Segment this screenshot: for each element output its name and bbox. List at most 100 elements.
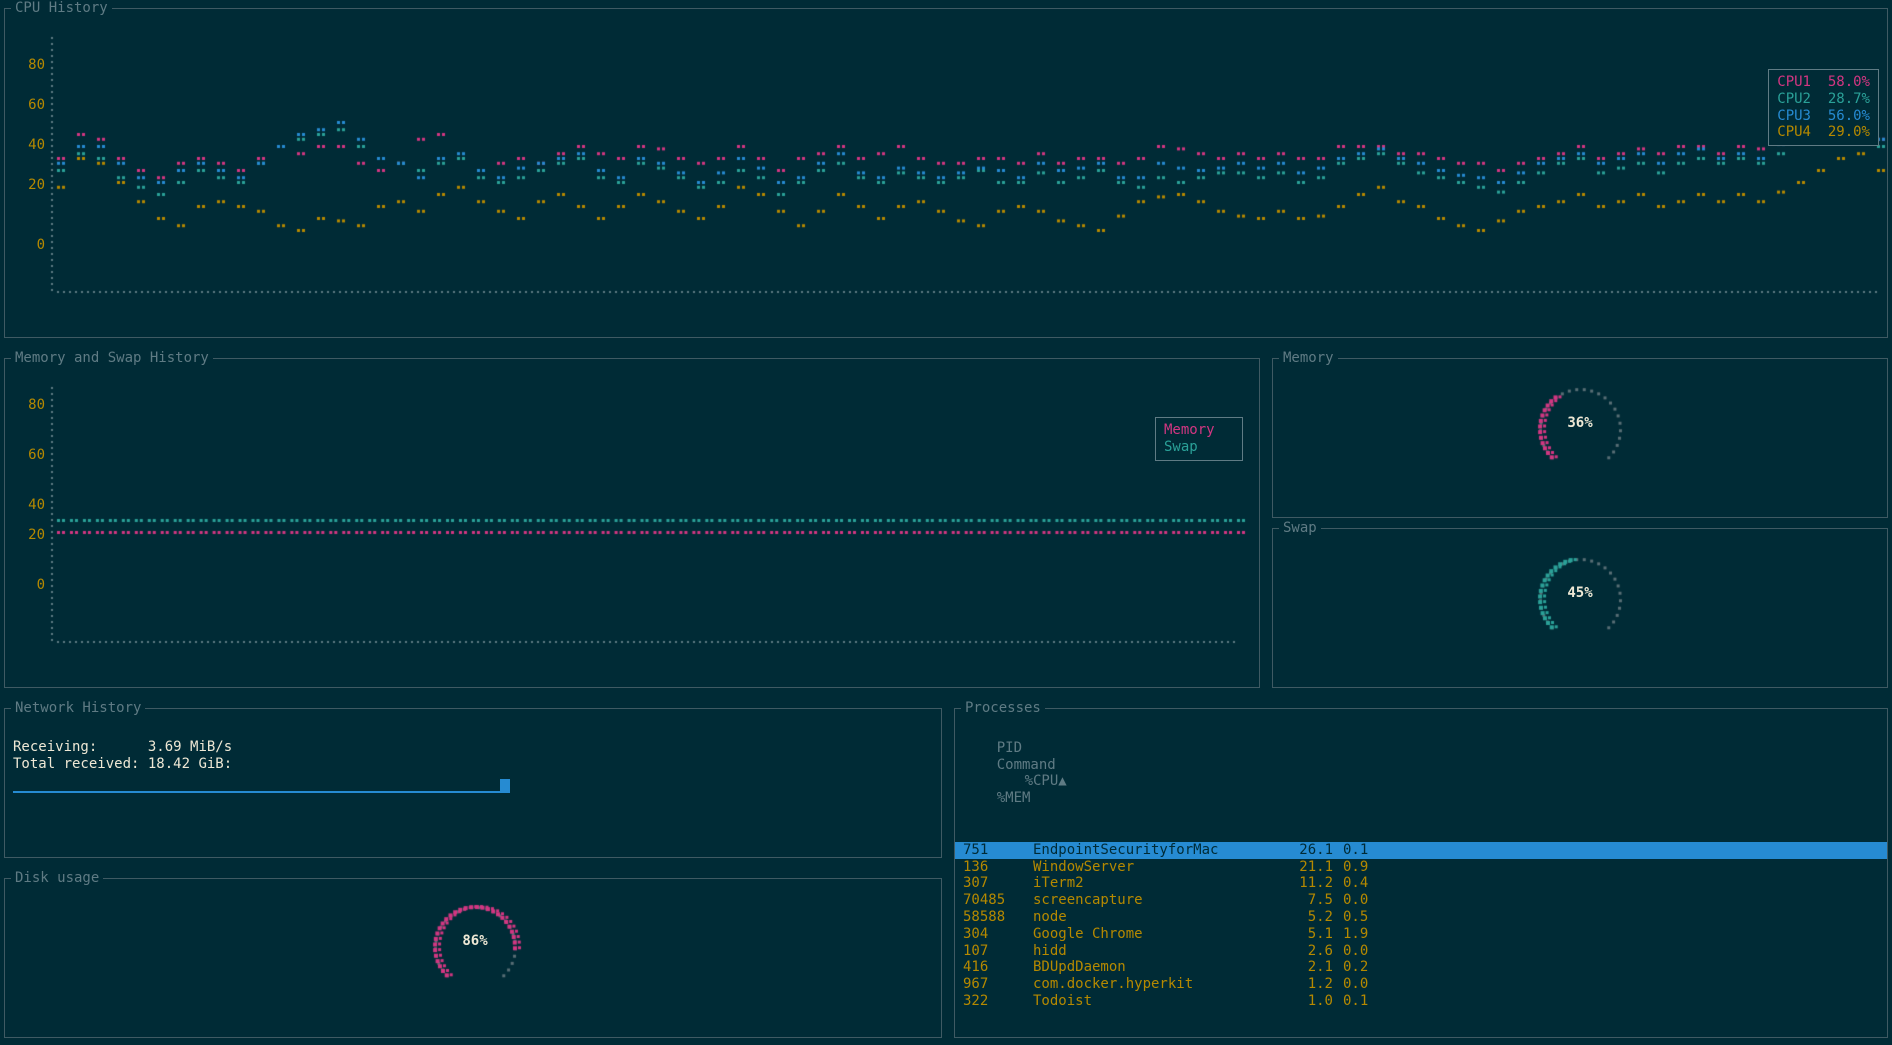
mem-ytick: 80 xyxy=(15,397,45,414)
proc-mem: 0.4 xyxy=(1343,875,1403,892)
proc-command: com.docker.hyperkit xyxy=(1033,976,1263,993)
cpu-legend-value: 56.0% xyxy=(1828,108,1870,124)
cpu-legend-value: 29.0% xyxy=(1828,124,1870,140)
mem-ytick: 60 xyxy=(15,447,45,464)
proc-command: WindowServer xyxy=(1033,859,1263,876)
proc-pid: 322 xyxy=(963,993,1033,1010)
cpu-legend-name: CPU3 xyxy=(1777,108,1811,124)
proc-pid: 70485 xyxy=(963,892,1033,909)
table-row[interactable]: 751EndpointSecurityforMac26.10.1 xyxy=(955,842,1887,859)
cpu-legend-value: 28.7% xyxy=(1828,91,1870,107)
proc-mem: 0.2 xyxy=(1343,959,1403,976)
proc-command: hidd xyxy=(1033,943,1263,960)
table-row[interactable]: 304Google Chrome5.11.9 xyxy=(963,926,1879,943)
cpu-ytick: 20 xyxy=(15,177,45,194)
processes-header: PID Command %CPU▲ %MEM xyxy=(963,723,1879,824)
network-total-label: Total received: xyxy=(13,756,139,772)
proc-cpu: 11.2 xyxy=(1263,875,1343,892)
table-row[interactable]: 307iTerm211.20.4 xyxy=(963,875,1879,892)
table-row[interactable]: 70485screencapture7.50.0 xyxy=(963,892,1879,909)
proc-pid: 58588 xyxy=(963,909,1033,926)
memory-gauge-value: 36% xyxy=(1510,415,1650,432)
network-history-panel: Network History Receiving: 3.69 MiB/s To… xyxy=(4,708,942,858)
cpu-legend-name: CPU4 xyxy=(1777,124,1811,140)
proc-mem: 0.0 xyxy=(1343,943,1403,960)
proc-pid: 307 xyxy=(963,875,1033,892)
proc-cpu: 2.6 xyxy=(1263,943,1343,960)
network-bar xyxy=(13,779,703,793)
swap-panel: Swap 45% xyxy=(1272,528,1888,688)
proc-command: BDUpdDaemon xyxy=(1033,959,1263,976)
processes-table-body: 751EndpointSecurityforMac26.10.1136Windo… xyxy=(963,842,1879,1010)
table-row[interactable]: 136WindowServer21.10.9 xyxy=(963,859,1879,876)
memory-panel-title: Memory xyxy=(1279,350,1338,367)
cpu-ytick: 60 xyxy=(15,97,45,114)
network-receiving-label: Receiving: xyxy=(13,739,97,755)
proc-mem: 0.0 xyxy=(1343,976,1403,993)
proc-command: Google Chrome xyxy=(1033,926,1263,943)
proc-header-pid[interactable]: PID xyxy=(997,740,1067,757)
disk-usage-title: Disk usage xyxy=(11,870,103,887)
mem-ytick: 20 xyxy=(15,527,45,544)
proc-cpu: 2.1 xyxy=(1263,959,1343,976)
mem-swap-history-chart xyxy=(47,377,1247,657)
proc-pid: 107 xyxy=(963,943,1033,960)
mem-legend-name: Memory xyxy=(1164,422,1215,438)
mem-ytick: 40 xyxy=(15,497,45,514)
table-row[interactable]: 967com.docker.hyperkit1.20.0 xyxy=(963,976,1879,993)
network-receiving-row: Receiving: 3.69 MiB/s xyxy=(13,739,933,756)
proc-pid: 136 xyxy=(963,859,1033,876)
network-total-value: 18.42 GiB: xyxy=(148,756,232,772)
disk-usage-panel: Disk usage 86% xyxy=(4,878,942,1038)
proc-command: iTerm2 xyxy=(1033,875,1263,892)
table-row[interactable]: 107hidd2.60.0 xyxy=(963,943,1879,960)
mem-legend: Memory Swap xyxy=(1155,417,1243,461)
proc-cpu: 1.2 xyxy=(1263,976,1343,993)
proc-pid: 751 xyxy=(963,842,1033,859)
proc-cpu: 26.1 xyxy=(1263,842,1343,859)
cpu-ytick: 80 xyxy=(15,57,45,74)
cpu-legend-name: CPU2 xyxy=(1777,91,1811,107)
mem-swap-history-panel: Memory and Swap History 80 60 40 20 0 Me… xyxy=(4,358,1260,688)
cpu-history-chart xyxy=(47,27,1887,307)
network-history-title: Network History xyxy=(11,700,145,717)
proc-header-cpu[interactable]: %CPU▲ xyxy=(997,773,1077,790)
proc-command: EndpointSecurityforMac xyxy=(1033,842,1263,859)
proc-header-command[interactable]: Command xyxy=(997,757,1227,774)
cpu-history-title: CPU History xyxy=(11,0,112,17)
swap-gauge-value: 45% xyxy=(1510,585,1650,602)
proc-mem: 0.5 xyxy=(1343,909,1403,926)
proc-header-mem[interactable]: %MEM xyxy=(997,790,1057,807)
cpu-legend-name: CPU1 xyxy=(1777,74,1811,90)
proc-mem: 0.1 xyxy=(1343,842,1403,859)
proc-command: node xyxy=(1033,909,1263,926)
processes-panel: Processes PID Command %CPU▲ %MEM 751Endp… xyxy=(954,708,1888,1038)
swap-panel-title: Swap xyxy=(1279,520,1321,537)
table-row[interactable]: 322Todoist1.00.1 xyxy=(963,993,1879,1010)
network-total-row: Total received: 18.42 GiB: xyxy=(13,756,933,773)
proc-mem: 1.9 xyxy=(1343,926,1403,943)
proc-mem: 0.9 xyxy=(1343,859,1403,876)
proc-mem: 0.0 xyxy=(1343,892,1403,909)
proc-cpu: 7.5 xyxy=(1263,892,1343,909)
proc-pid: 304 xyxy=(963,926,1033,943)
cpu-ytick: 40 xyxy=(15,137,45,154)
cpu-legend: CPU1 58.0% CPU2 28.7% CPU3 56.0% CPU4 29… xyxy=(1768,69,1879,146)
proc-command: Todoist xyxy=(1033,993,1263,1010)
proc-cpu: 5.1 xyxy=(1263,926,1343,943)
mem-legend-name: Swap xyxy=(1164,439,1198,455)
proc-mem: 0.1 xyxy=(1343,993,1403,1010)
mem-swap-history-title: Memory and Swap History xyxy=(11,350,213,367)
network-receiving-value: 3.69 MiB/s xyxy=(148,739,232,755)
table-row[interactable]: 416BDUpdDaemon2.10.2 xyxy=(963,959,1879,976)
proc-pid: 416 xyxy=(963,959,1033,976)
cpu-ytick: 0 xyxy=(15,237,45,254)
proc-command: screencapture xyxy=(1033,892,1263,909)
proc-pid: 967 xyxy=(963,976,1033,993)
disk-gauge-value: 86% xyxy=(405,933,545,950)
proc-cpu: 5.2 xyxy=(1263,909,1343,926)
cpu-legend-value: 58.0% xyxy=(1828,74,1870,90)
cpu-history-panel: CPU History 80 60 40 20 0 CPU1 58.0% CPU… xyxy=(4,8,1888,338)
memory-panel: Memory 36% xyxy=(1272,358,1888,518)
table-row[interactable]: 58588node5.20.5 xyxy=(963,909,1879,926)
